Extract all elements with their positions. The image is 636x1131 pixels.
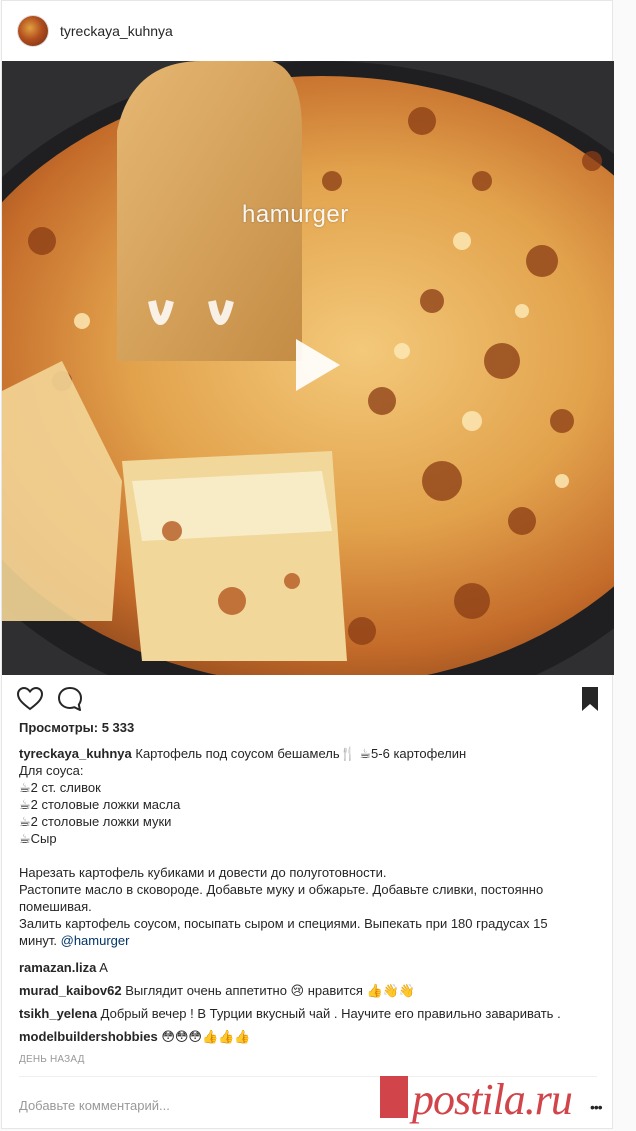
post-caption: tyreckaya_kuhnya Картофель под соусом бе…: [19, 745, 604, 949]
comment-username[interactable]: murad_kaibov62: [19, 983, 122, 998]
comment-username[interactable]: modelbuildershobbies: [19, 1029, 158, 1044]
comment-item: murad_kaibov62 Выглядит очень аппетитно …: [19, 982, 604, 1005]
caption-line: ☕Сыр: [19, 831, 57, 846]
post-username[interactable]: tyreckaya_kuhnya: [60, 23, 173, 39]
views-count: Просмотры: 5 333: [19, 720, 135, 735]
caption-username[interactable]: tyreckaya_kuhnya: [19, 746, 132, 761]
heart-icon[interactable]: [16, 685, 44, 713]
caption-line: ☕2 ст. сливок: [19, 780, 101, 795]
caption-line: ☕2 столовые ложки масла: [19, 797, 181, 812]
comment-text: A: [99, 960, 108, 975]
caption-line: Для соуса:: [19, 763, 84, 778]
comment-text: Выглядит очень аппетитно 😢 нравится 👍👋👋: [125, 983, 416, 998]
comment-item: ramazan.liza A: [19, 959, 604, 982]
comment-list: ramazan.liza A murad_kaibov62 Выглядит о…: [19, 959, 604, 1051]
caption-line: помешивая.: [19, 899, 92, 914]
post-header: tyreckaya_kuhnya: [2, 1, 612, 61]
postila-watermark: postila.ru: [412, 1075, 573, 1124]
postila-logo-icon: [380, 1076, 408, 1118]
comment-username[interactable]: tsikh_yelena: [19, 1006, 97, 1021]
comment-text: Добрый вечер ! В Турции вкусный чай . На…: [100, 1006, 561, 1021]
add-comment-input[interactable]: [19, 1095, 419, 1115]
comment-username[interactable]: ramazan.liza: [19, 960, 96, 975]
comment-item: tsikh_yelena Добрый вечер ! В Турции вку…: [19, 1005, 604, 1028]
play-icon[interactable]: [282, 333, 346, 397]
caption-line: Растопите масло в сковороде. Добавьте му…: [19, 882, 544, 897]
avatar[interactable]: [18, 16, 48, 46]
post-video[interactable]: hamurger: [2, 61, 614, 675]
video-watermark: hamurger: [242, 201, 349, 228]
post-card: tyreckaya_kuhnya hamurger Просмотры: 5 3…: [1, 0, 614, 1129]
caption-line: Залить картофель соусом, посыпать сыром …: [19, 916, 548, 931]
caption-line: ☕2 столовые ложки муки: [19, 814, 172, 829]
post-actions: [2, 677, 612, 721]
comment-item: modelbuildershobbies 😳😳😳👍👍👍: [19, 1028, 604, 1051]
caption-line: минут.: [19, 933, 61, 948]
mention-link[interactable]: @hamurger: [61, 933, 130, 948]
caption-line: Нарезать картофель кубиками и довести до…: [19, 865, 387, 880]
more-options-button[interactable]: •••: [590, 1099, 603, 1115]
comment-text: 😳😳😳👍👍👍: [161, 1029, 251, 1044]
post-timestamp[interactable]: день назад: [19, 1054, 85, 1065]
bookmark-icon[interactable]: [576, 685, 604, 713]
caption-line: Картофель под соусом бешамель🍴 ☕5-6 карт…: [135, 746, 467, 761]
comment-bubble-icon[interactable]: [56, 685, 84, 713]
